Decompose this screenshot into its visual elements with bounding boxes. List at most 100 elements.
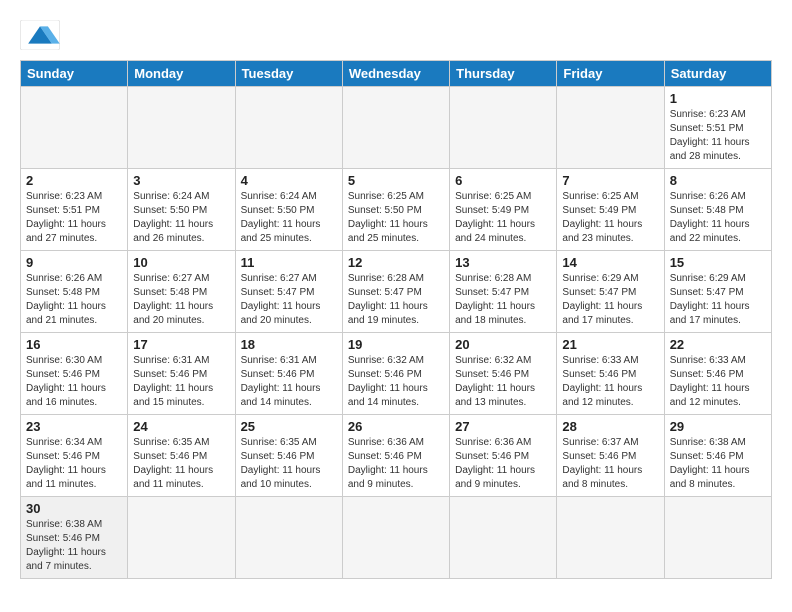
- day-cell: 4 Sunrise: 6:24 AMSunset: 5:50 PMDaylight…: [235, 169, 342, 251]
- day-cell: 15 Sunrise: 6:29 AMSunset: 5:47 PMDayligh…: [664, 251, 771, 333]
- day-cell: [450, 497, 557, 579]
- day-info: Sunrise: 6:23 AMSunset: 5:51 PMDaylight:…: [26, 190, 122, 246]
- day-number: 13: [455, 255, 551, 270]
- day-cell: 29 Sunrise: 6:38 AMSunset: 5:46 PMDayligh…: [664, 415, 771, 497]
- header-tuesday: Tuesday: [235, 61, 342, 87]
- week-row-2: 2 Sunrise: 6:23 AMSunset: 5:51 PMDaylight…: [21, 169, 772, 251]
- day-cell: [342, 497, 449, 579]
- day-number: 6: [455, 173, 551, 188]
- week-row-4: 16 Sunrise: 6:30 AMSunset: 5:46 PMDayligh…: [21, 333, 772, 415]
- day-cell: 16 Sunrise: 6:30 AMSunset: 5:46 PMDayligh…: [21, 333, 128, 415]
- day-number: 12: [348, 255, 444, 270]
- day-number: 14: [562, 255, 658, 270]
- day-cell: 12Sunrise: 6:28 AMSunset: 5:47 PMDayligh…: [342, 251, 449, 333]
- day-cell: [235, 497, 342, 579]
- day-info: Sunrise: 6:30 AMSunset: 5:46 PMDaylight:…: [26, 354, 122, 410]
- day-cell: [664, 497, 771, 579]
- day-number: 21: [562, 337, 658, 352]
- day-info: Sunrise: 6:29 AMSunset: 5:47 PMDaylight:…: [670, 272, 766, 328]
- day-number: 16: [26, 337, 122, 352]
- day-info: Sunrise: 6:28 AMSunset: 5:47 PMDaylight:…: [455, 272, 551, 328]
- day-info: Sunrise: 6:36 AMSunset: 5:46 PMDaylight:…: [455, 436, 551, 492]
- day-cell: 14Sunrise: 6:29 AMSunset: 5:47 PMDayligh…: [557, 251, 664, 333]
- header-friday: Friday: [557, 61, 664, 87]
- day-info: Sunrise: 6:33 AMSunset: 5:46 PMDaylight:…: [670, 354, 766, 410]
- day-cell: 17Sunrise: 6:31 AMSunset: 5:46 PMDayligh…: [128, 333, 235, 415]
- day-number: 10: [133, 255, 229, 270]
- day-number: 17: [133, 337, 229, 352]
- day-number: 3: [133, 173, 229, 188]
- day-cell: 20Sunrise: 6:32 AMSunset: 5:46 PMDayligh…: [450, 333, 557, 415]
- day-cell: [342, 87, 449, 169]
- day-number: 27: [455, 419, 551, 434]
- day-cell: [557, 87, 664, 169]
- day-info: Sunrise: 6:24 AMSunset: 5:50 PMDaylight:…: [241, 190, 337, 246]
- day-cell: 19 Sunrise: 6:32 AMSunset: 5:46 PMDayligh…: [342, 333, 449, 415]
- header-saturday: Saturday: [664, 61, 771, 87]
- header-sunday: Sunday: [21, 61, 128, 87]
- day-cell: 2 Sunrise: 6:23 AMSunset: 5:51 PMDaylight…: [21, 169, 128, 251]
- day-number: 23: [26, 419, 122, 434]
- day-info: Sunrise: 6:33 AMSunset: 5:46 PMDaylight:…: [562, 354, 658, 410]
- day-info: Sunrise: 6:35 AMSunset: 5:46 PMDaylight:…: [133, 436, 229, 492]
- day-info: Sunrise: 6:32 AMSunset: 5:46 PMDaylight:…: [348, 354, 444, 410]
- header-monday: Monday: [128, 61, 235, 87]
- day-cell: 30Sunrise: 6:38 AMSunset: 5:46 PMDayligh…: [21, 497, 128, 579]
- day-cell: 6Sunrise: 6:25 AMSunset: 5:49 PMDaylight…: [450, 169, 557, 251]
- day-cell: 1Sunrise: 6:23 AMSunset: 5:51 PMDaylight…: [664, 87, 771, 169]
- day-cell: 7 Sunrise: 6:25 AMSunset: 5:49 PMDaylight…: [557, 169, 664, 251]
- day-cell: 23 Sunrise: 6:34 AMSunset: 5:46 PMDayligh…: [21, 415, 128, 497]
- week-row-1: 1Sunrise: 6:23 AMSunset: 5:51 PMDaylight…: [21, 87, 772, 169]
- day-number: 19: [348, 337, 444, 352]
- day-info: Sunrise: 6:36 AMSunset: 5:46 PMDaylight:…: [348, 436, 444, 492]
- day-cell: 26 Sunrise: 6:36 AMSunset: 5:46 PMDayligh…: [342, 415, 449, 497]
- day-number: 26: [348, 419, 444, 434]
- day-number: 4: [241, 173, 337, 188]
- day-number: 20: [455, 337, 551, 352]
- week-row-5: 23 Sunrise: 6:34 AMSunset: 5:46 PMDayligh…: [21, 415, 772, 497]
- day-info: Sunrise: 6:27 AMSunset: 5:48 PMDaylight:…: [133, 272, 229, 328]
- day-cell: [557, 497, 664, 579]
- day-info: Sunrise: 6:25 AMSunset: 5:50 PMDaylight:…: [348, 190, 444, 246]
- day-cell: 27 Sunrise: 6:36 AMSunset: 5:46 PMDayligh…: [450, 415, 557, 497]
- day-info: Sunrise: 6:38 AMSunset: 5:46 PMDaylight:…: [670, 436, 766, 492]
- day-info: Sunrise: 6:34 AMSunset: 5:46 PMDaylight:…: [26, 436, 122, 492]
- day-number: 9: [26, 255, 122, 270]
- day-cell: 10 Sunrise: 6:27 AMSunset: 5:48 PMDayligh…: [128, 251, 235, 333]
- day-cell: 22 Sunrise: 6:33 AMSunset: 5:46 PMDayligh…: [664, 333, 771, 415]
- week-row-6: 30Sunrise: 6:38 AMSunset: 5:46 PMDayligh…: [21, 497, 772, 579]
- day-number: 1: [670, 91, 766, 106]
- day-number: 5: [348, 173, 444, 188]
- day-cell: 21 Sunrise: 6:33 AMSunset: 5:46 PMDayligh…: [557, 333, 664, 415]
- day-number: 22: [670, 337, 766, 352]
- day-info: Sunrise: 6:26 AMSunset: 5:48 PMDaylight:…: [26, 272, 122, 328]
- day-cell: [235, 87, 342, 169]
- day-info: Sunrise: 6:37 AMSunset: 5:46 PMDaylight:…: [562, 436, 658, 492]
- day-cell: 13 Sunrise: 6:28 AMSunset: 5:47 PMDayligh…: [450, 251, 557, 333]
- day-number: 11: [241, 255, 337, 270]
- day-info: Sunrise: 6:24 AMSunset: 5:50 PMDaylight:…: [133, 190, 229, 246]
- day-info: Sunrise: 6:25 AMSunset: 5:49 PMDaylight:…: [562, 190, 658, 246]
- day-cell: 24 Sunrise: 6:35 AMSunset: 5:46 PMDayligh…: [128, 415, 235, 497]
- calendar: SundayMondayTuesdayWednesdayThursdayFrid…: [20, 60, 772, 579]
- day-number: 24: [133, 419, 229, 434]
- day-number: 7: [562, 173, 658, 188]
- week-row-3: 9 Sunrise: 6:26 AMSunset: 5:48 PMDaylight…: [21, 251, 772, 333]
- day-cell: 9 Sunrise: 6:26 AMSunset: 5:48 PMDaylight…: [21, 251, 128, 333]
- day-number: 30: [26, 501, 122, 516]
- day-cell: 5 Sunrise: 6:25 AMSunset: 5:50 PMDaylight…: [342, 169, 449, 251]
- day-number: 2: [26, 173, 122, 188]
- day-number: 15: [670, 255, 766, 270]
- day-number: 29: [670, 419, 766, 434]
- day-cell: 8Sunrise: 6:26 AMSunset: 5:48 PMDaylight…: [664, 169, 771, 251]
- logo-icon: [20, 20, 60, 50]
- day-cell: [128, 87, 235, 169]
- day-number: 25: [241, 419, 337, 434]
- page-header: [20, 20, 772, 50]
- logo: [20, 20, 66, 50]
- day-cell: 3 Sunrise: 6:24 AMSunset: 5:50 PMDaylight…: [128, 169, 235, 251]
- day-info: Sunrise: 6:26 AMSunset: 5:48 PMDaylight:…: [670, 190, 766, 246]
- header-wednesday: Wednesday: [342, 61, 449, 87]
- day-cell: [21, 87, 128, 169]
- day-number: 28: [562, 419, 658, 434]
